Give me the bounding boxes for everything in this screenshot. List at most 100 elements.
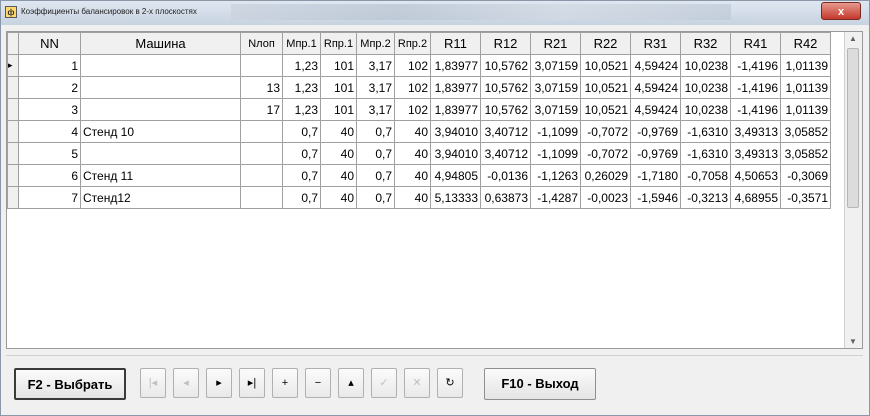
table-cell[interactable]: 4,59424 (630, 76, 681, 99)
table-cell[interactable]: 40 (394, 164, 431, 187)
column-header[interactable]: NN (18, 32, 81, 55)
row-indicator[interactable] (7, 98, 19, 121)
table-cell[interactable]: 4,50653 (730, 164, 781, 187)
table-cell[interactable]: -1,1099 (530, 142, 581, 165)
edit-record-icon[interactable]: ▴ (338, 368, 364, 398)
table-cell[interactable]: -0,7072 (580, 120, 631, 143)
table-cell[interactable]: 10,5762 (480, 54, 531, 77)
table-row[interactable]: 4 Стенд 10 0,7 40 0,7 40 3,94010 3,40712 -1,1099… (7, 120, 831, 143)
table-cell[interactable]: 5 (18, 142, 81, 165)
table-cell[interactable]: 1,83977 (430, 76, 481, 99)
table-row[interactable]: 3 17 1,23 101 3,17 102 1,83977 10,5762 3,07159 10… (7, 98, 831, 121)
table-cell[interactable]: 3,07159 (530, 76, 581, 99)
next-record-icon[interactable]: ▸ (206, 368, 232, 398)
column-header[interactable]: R42 (780, 32, 831, 55)
table-cell[interactable]: 3,17 (356, 54, 395, 77)
title-bar[interactable]: ф Коэффициенты балансировок в 2-х плоско… (1, 1, 869, 25)
table-cell[interactable] (80, 142, 241, 165)
scroll-down-icon[interactable]: ▼ (849, 337, 857, 346)
table-cell[interactable]: 0,7 (282, 120, 321, 143)
table-cell[interactable]: 0,63873 (480, 186, 531, 209)
row-indicator[interactable] (7, 142, 19, 165)
column-header[interactable]: Мпр.2 (356, 32, 395, 55)
table-cell[interactable]: 4,94805 (430, 164, 481, 187)
table-cell[interactable]: 1,23 (282, 98, 321, 121)
column-header[interactable]: R32 (680, 32, 731, 55)
table-cell[interactable]: 2 (18, 76, 81, 99)
table-cell[interactable]: -0,7058 (680, 164, 731, 187)
table-cell[interactable]: -0,7072 (580, 142, 631, 165)
table-cell[interactable]: 0,7 (356, 186, 395, 209)
table-cell[interactable]: 1,83977 (430, 54, 481, 77)
table-cell[interactable] (80, 76, 241, 99)
table-cell[interactable]: 10,0521 (580, 54, 631, 77)
column-header[interactable]: Машина (80, 32, 241, 55)
table-cell[interactable]: 0,7 (282, 164, 321, 187)
post-edit-icon[interactable]: ✓ (371, 368, 397, 398)
table-cell[interactable]: 1,01139 (780, 98, 831, 121)
table-cell[interactable]: 1,83977 (430, 98, 481, 121)
table-cell[interactable]: Стенд 11 (80, 164, 241, 187)
table-cell[interactable]: 0,7 (282, 186, 321, 209)
row-indicator[interactable] (7, 164, 19, 187)
table-row[interactable]: 7 Стенд12 0,7 40 0,7 40 5,13333 0,63873 -1,4287-… (7, 186, 831, 209)
table-row[interactable]: 2 13 1,23 101 3,17 102 1,83977 10,5762 3,07159 10… (7, 76, 831, 99)
row-indicator[interactable] (7, 186, 19, 209)
table-cell[interactable]: 10,5762 (480, 76, 531, 99)
table-cell[interactable]: 101 (320, 54, 357, 77)
table-cell[interactable]: -1,6310 (680, 142, 731, 165)
scroll-thumb[interactable] (847, 48, 859, 208)
table-cell[interactable]: -0,0023 (580, 186, 631, 209)
table-cell[interactable]: 40 (320, 120, 357, 143)
table-cell[interactable]: 3,49313 (730, 120, 781, 143)
table-cell[interactable]: -0,0136 (480, 164, 531, 187)
last-record-icon[interactable]: ▸| (239, 368, 265, 398)
scroll-up-icon[interactable]: ▲ (849, 34, 857, 43)
column-header[interactable]: R22 (580, 32, 631, 55)
table-cell[interactable] (240, 120, 283, 143)
table-cell[interactable]: Стенд 10 (80, 120, 241, 143)
refresh-data-icon[interactable]: ↻ (437, 368, 463, 398)
table-cell[interactable]: 40 (394, 186, 431, 209)
exit-button[interactable]: F10 - Выход (484, 368, 596, 400)
table-cell[interactable]: 1,23 (282, 54, 321, 77)
table-cell[interactable]: 40 (320, 164, 357, 187)
table-cell[interactable]: 102 (394, 98, 431, 121)
table-cell[interactable]: 3,17 (356, 76, 395, 99)
table-cell[interactable]: -1,7180 (630, 164, 681, 187)
table-cell[interactable]: 7 (18, 186, 81, 209)
table-cell[interactable]: -0,9769 (630, 120, 681, 143)
table-row[interactable]: 6 Стенд 11 0,7 40 0,7 40 4,94805 -0,0136 -1,1263… (7, 164, 831, 187)
table-cell[interactable]: 10,0521 (580, 76, 631, 99)
table-cell[interactable]: 1,23 (282, 76, 321, 99)
column-header[interactable]: R21 (530, 32, 581, 55)
table-cell[interactable]: -0,3571 (780, 186, 831, 209)
table-cell[interactable]: 1,01139 (780, 54, 831, 77)
table-cell[interactable]: 6 (18, 164, 81, 187)
table-cell[interactable]: 3,94010 (430, 120, 481, 143)
table-cell[interactable]: -1,4196 (730, 76, 781, 99)
table-cell[interactable]: -1,4196 (730, 54, 781, 77)
table-cell[interactable]: -1,6310 (680, 120, 731, 143)
table-cell[interactable]: 10,0521 (580, 98, 631, 121)
table-cell[interactable]: 102 (394, 76, 431, 99)
table-cell[interactable]: 40 (320, 186, 357, 209)
table-cell[interactable]: 0,7 (356, 164, 395, 187)
table-cell[interactable]: 0,26029 (580, 164, 631, 187)
table-cell[interactable]: -1,1099 (530, 120, 581, 143)
table-cell[interactable]: 10,0238 (680, 54, 731, 77)
table-cell[interactable]: 0,7 (356, 120, 395, 143)
table-cell[interactable]: 1,01139 (780, 76, 831, 99)
column-header[interactable]: R31 (630, 32, 681, 55)
table-cell[interactable] (240, 164, 283, 187)
data-grid[interactable]: NN Машина Nлоп Мпр.1 Rпр.1 Мпр.2 Rпр.2 R11 R12 R2… (6, 31, 863, 349)
table-cell[interactable]: 4,68955 (730, 186, 781, 209)
table-cell[interactable]: 10,0238 (680, 76, 731, 99)
table-cell[interactable]: 10,0238 (680, 98, 731, 121)
vertical-scrollbar[interactable]: ▲ ▼ (844, 32, 862, 348)
table-cell[interactable]: 4,59424 (630, 98, 681, 121)
table-cell[interactable]: 3,49313 (730, 142, 781, 165)
table-cell[interactable] (80, 54, 241, 77)
table-cell[interactable]: 0,7 (356, 142, 395, 165)
table-cell[interactable]: 4,59424 (630, 54, 681, 77)
